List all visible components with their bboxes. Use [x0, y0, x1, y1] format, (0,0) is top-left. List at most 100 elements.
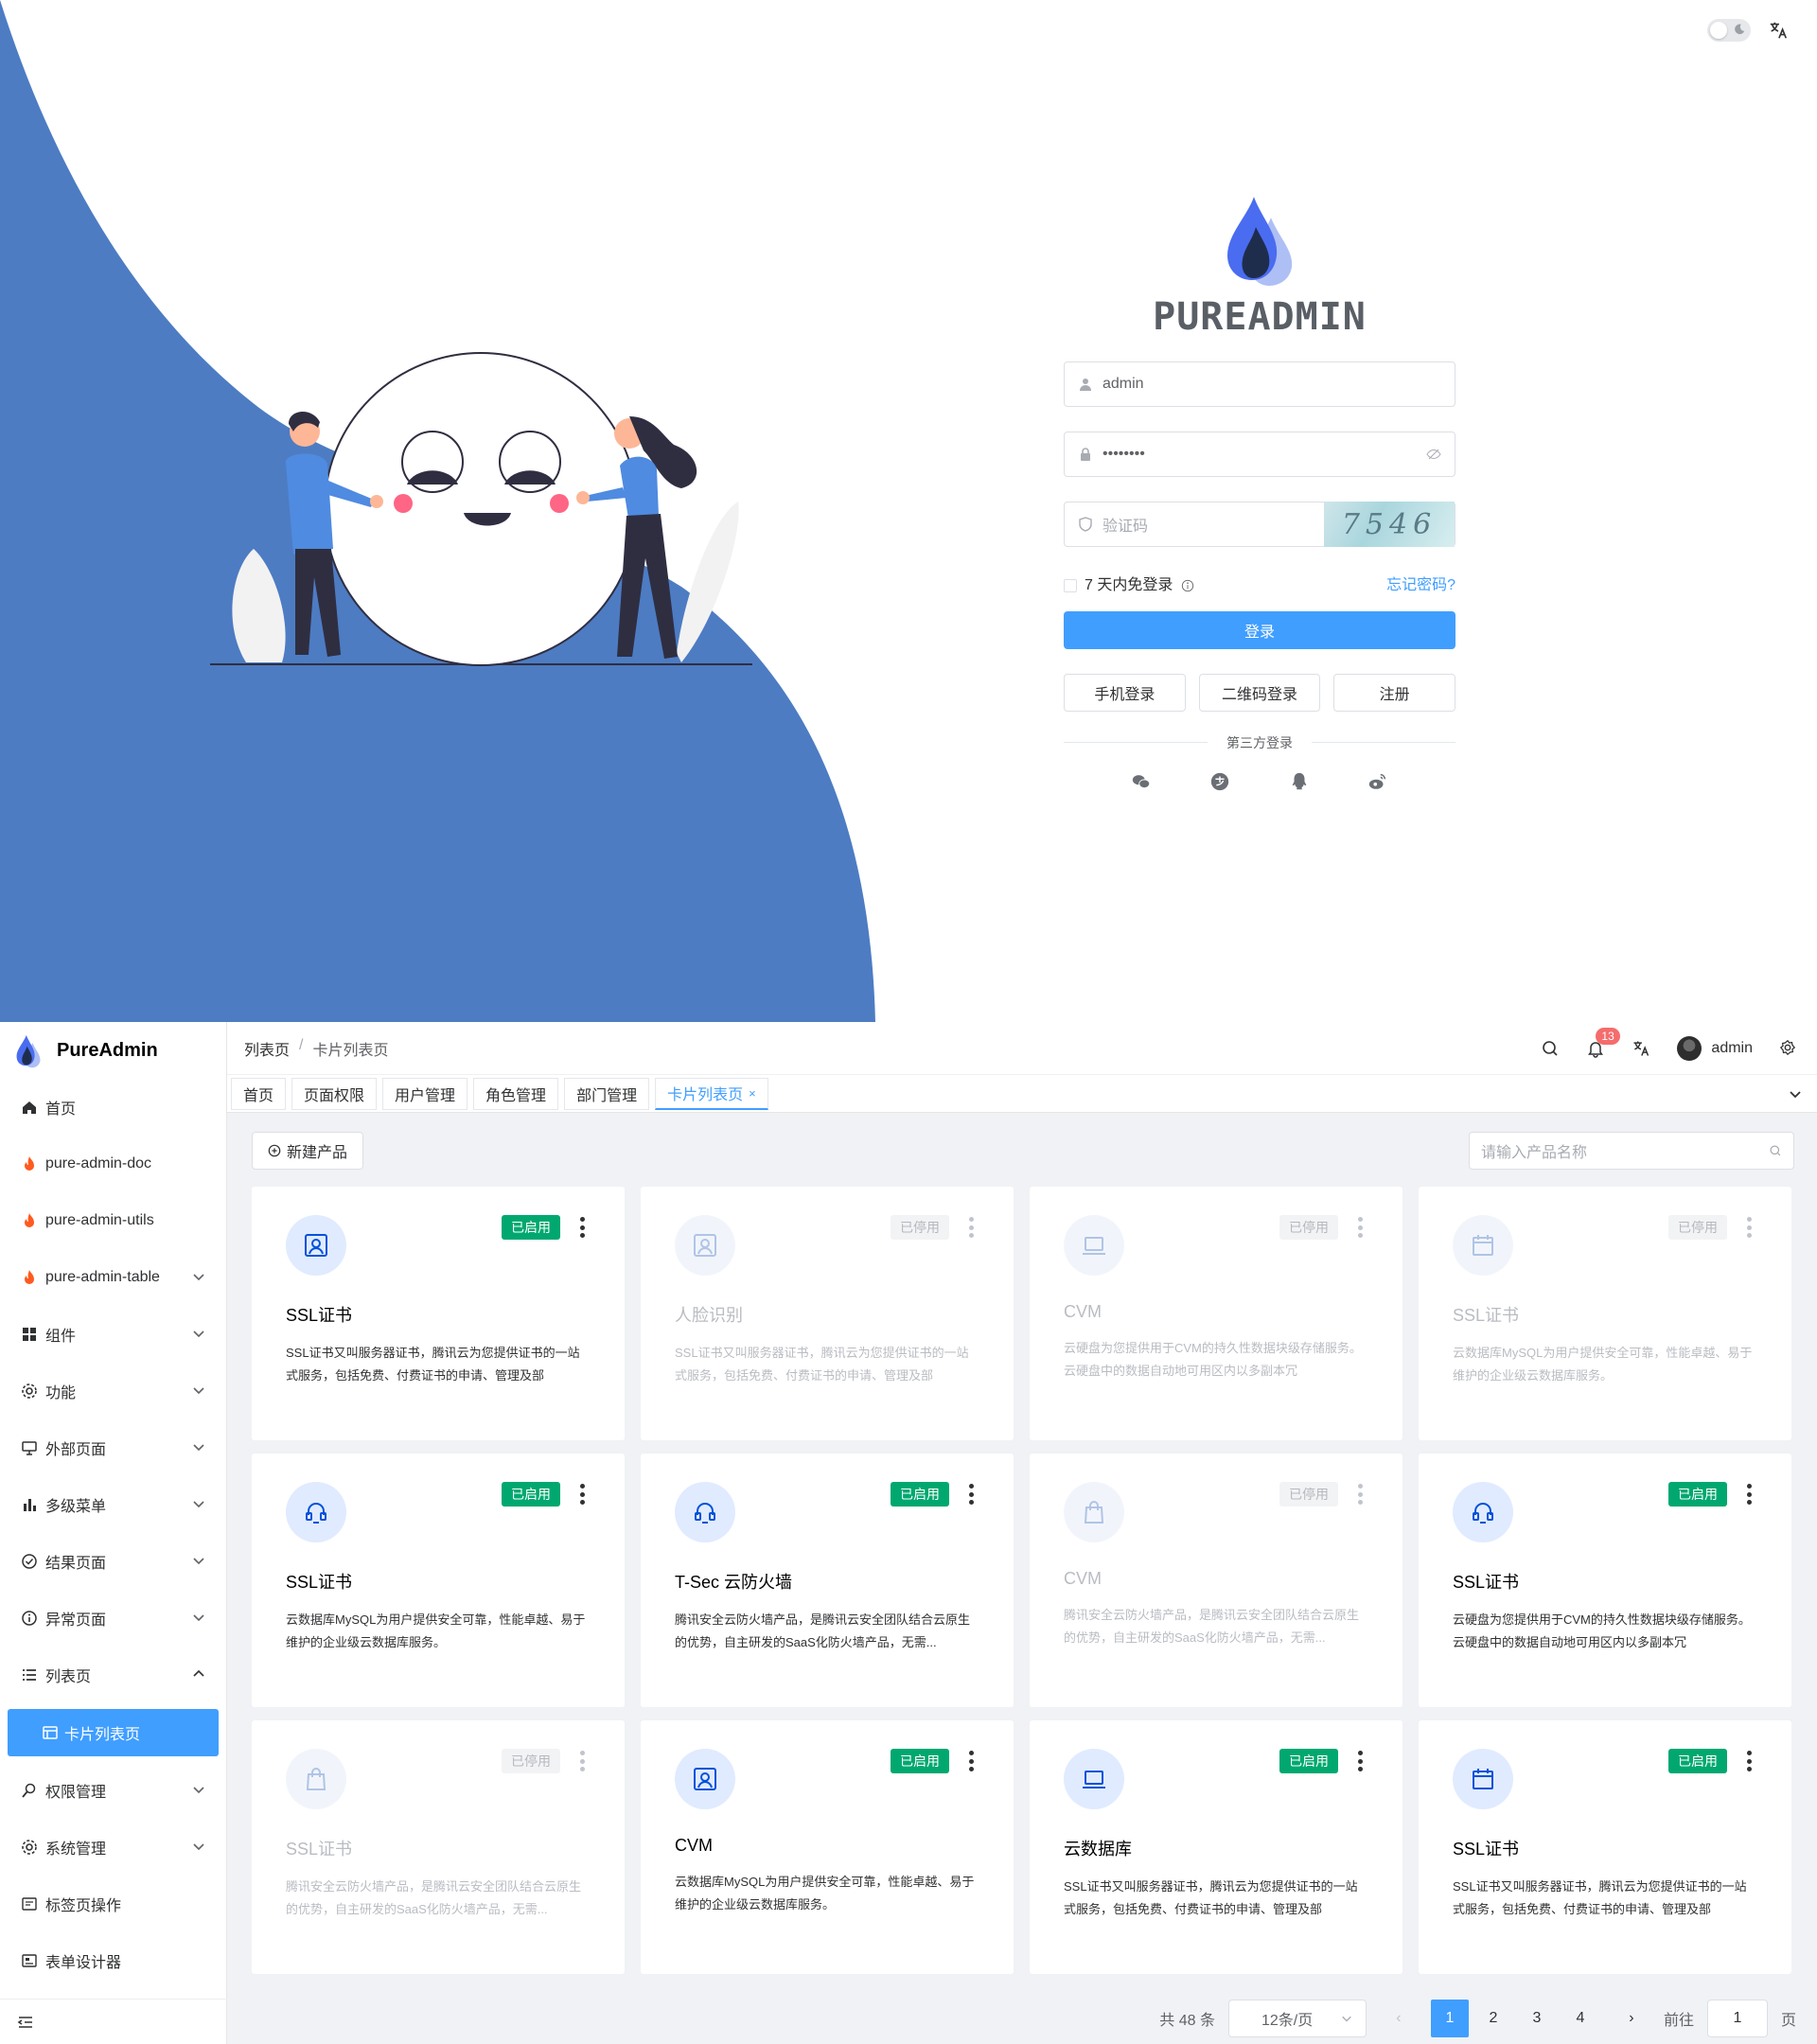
sidebar-item-menu-top-7[interactable]: 多级菜单 [0, 1476, 226, 1533]
bell-icon[interactable]: 13 [1586, 1028, 1620, 1058]
sidebar-item-card-list[interactable]: 卡片列表页 [8, 1709, 219, 1756]
alipay-icon[interactable] [1209, 771, 1230, 792]
more-vertical-icon[interactable] [579, 1217, 585, 1238]
sidebar-item-menu-bottom-3[interactable]: 表单设计器 [0, 1932, 226, 1989]
more-vertical-icon[interactable] [1357, 1217, 1363, 1238]
page-number-button[interactable]: 2 [1473, 2000, 1512, 2037]
tab-5[interactable]: 卡片列表页 × [655, 1077, 768, 1110]
page-size-select[interactable]: 12条/页 [1227, 2000, 1367, 2037]
product-card[interactable]: 已启用 SSL证书 云硬盘为您提供用于CVM的持久性数据块级存储服务。云硬盘中的… [1419, 1454, 1791, 1707]
sidebar-item-menu-top-10[interactable]: 列表页 [0, 1647, 226, 1703]
more-vertical-icon[interactable] [1357, 1484, 1363, 1505]
captcha-field[interactable]: 验证码 7546 [1064, 502, 1455, 547]
sidebar-item-menu-top-6[interactable]: 外部页面 [0, 1419, 226, 1476]
username-value: admin [1103, 376, 1144, 392]
tab-0[interactable]: 首页 [231, 1077, 287, 1110]
more-vertical-icon[interactable] [1746, 1217, 1752, 1238]
dark-mode-toggle[interactable] [1707, 19, 1751, 42]
product-card[interactable]: 已停用 CVM 云硬盘为您提供用于CVM的持久性数据块级存储服务。云硬盘中的数据… [1030, 1187, 1402, 1440]
sidebar-item-menu-bottom-0[interactable]: 权限管理 [0, 1762, 226, 1819]
product-card[interactable]: 已启用 SSL证书 SSL证书又叫服务器证书，腾讯云为您提供证书的一站式服务，包… [252, 1187, 625, 1440]
product-search-input[interactable]: 请输入产品名称 [1469, 1132, 1794, 1170]
username-field[interactable]: admin [1064, 361, 1455, 407]
next-page-button[interactable]: › [1612, 2000, 1650, 2037]
prev-page-button[interactable]: ‹ [1379, 2000, 1418, 2037]
sidebar-item-label: 标签页操作 [45, 1898, 122, 1914]
goto-label: 前往 [1663, 2013, 1694, 2029]
qq-icon[interactable] [1289, 771, 1310, 792]
weibo-icon[interactable] [1367, 771, 1388, 792]
captcha-image[interactable]: 7546 [1324, 502, 1455, 547]
password-field[interactable]: •••••••• [1064, 432, 1455, 477]
status-badge: 已停用 [891, 1215, 949, 1240]
gear-icon[interactable] [1779, 1039, 1798, 1058]
page-number-button[interactable]: 3 [1517, 2000, 1556, 2037]
sidebar-item-menu-bottom-1[interactable]: 系统管理 [0, 1819, 226, 1876]
eye-hidden-icon[interactable] [1426, 447, 1441, 462]
new-product-button[interactable]: 新建产品 [252, 1132, 364, 1170]
breadcrumb-current: 卡片列表页 [312, 1042, 389, 1059]
checkbox-box[interactable] [1064, 578, 1077, 592]
product-card[interactable]: 已启用 CVM 云数据库MySQL为用户提供安全可靠，性能卓越、易于维护的企业级… [641, 1720, 1014, 1974]
more-vertical-icon[interactable] [1746, 1751, 1752, 1771]
sidebar-item-pure-admin-utils[interactable]: pure-admin-utils [0, 1192, 226, 1249]
sidebar-item-menu-top-8[interactable]: 结果页面 [0, 1533, 226, 1590]
card-title: 人脸识别 [675, 1306, 743, 1325]
product-card[interactable]: 已启用 T-Sec 云防火墙 腾讯安全云防火墙产品，是腾讯云安全团队结合云原生的… [641, 1454, 1014, 1707]
tab-1[interactable]: 页面权限 [291, 1077, 378, 1110]
sidebar-logo[interactable]: PureAdmin [0, 1022, 226, 1079]
user-menu[interactable]: admin [1677, 1036, 1753, 1061]
wechat-icon[interactable] [1131, 771, 1152, 792]
more-vertical-icon[interactable] [968, 1217, 974, 1238]
sidebar-item-menu-top-4[interactable]: 组件 [0, 1306, 226, 1363]
product-card[interactable]: 已停用 SSL证书 腾讯安全云防火墙产品，是腾讯云安全团队结合云原生的优势，自主… [252, 1720, 625, 1974]
breadcrumb-item[interactable]: 列表页 [244, 1037, 290, 1060]
qrcode-login-button[interactable]: 二维码登录 [1198, 674, 1321, 712]
sidebar-item-label: 功能 [45, 1385, 77, 1401]
close-icon[interactable]: × [749, 1086, 756, 1101]
product-card[interactable]: 已停用 人脸识别 SSL证书又叫服务器证书，腾讯云为您提供证书的一站式服务，包括… [641, 1187, 1014, 1440]
card-title: CVM [1064, 1569, 1102, 1588]
sidebar-collapse-button[interactable] [0, 1999, 227, 2044]
status-badge: 已停用 [1279, 1482, 1338, 1507]
product-card[interactable]: 已停用 SSL证书 云数据库MySQL为用户提供安全可靠，性能卓越、易于维护的企… [1419, 1187, 1791, 1440]
remember-checkbox[interactable]: 7 天内免登录 [1064, 572, 1194, 594]
more-vertical-icon[interactable] [968, 1484, 974, 1505]
tab-list: 首页 页面权限 用户管理 角色管理 部门管理 卡片列表页 × [231, 1077, 768, 1110]
login-form: PUREADMIN admin •••••••• 验证码 7546 7 天内免登… [1064, 189, 1456, 792]
calendar-icon [1453, 1749, 1513, 1809]
alt-login-row: 手机登录 二维码登录 注册 [1064, 674, 1456, 712]
more-vertical-icon[interactable] [579, 1751, 585, 1771]
tab-label: 角色管理 [485, 1087, 547, 1104]
tab-2[interactable]: 用户管理 [382, 1077, 468, 1110]
more-vertical-icon[interactable] [1357, 1751, 1363, 1771]
product-card[interactable]: 已启用 云数据库 SSL证书又叫服务器证书，腾讯云为您提供证书的一站式服务，包括… [1030, 1720, 1402, 1974]
sidebar-item-menu-top-9[interactable]: 异常页面 [0, 1590, 226, 1647]
register-button[interactable]: 注册 [1333, 674, 1456, 712]
sidebar-item-pure-admin-doc[interactable]: pure-admin-doc [0, 1136, 226, 1192]
page-number-button[interactable]: 1 [1430, 2000, 1469, 2037]
sidebar-item-pure-admin-table[interactable]: pure-admin-table [0, 1249, 226, 1306]
translate-icon[interactable] [1632, 1039, 1650, 1058]
search-icon[interactable] [1541, 1039, 1560, 1058]
goto-page-input[interactable]: 1 [1706, 2000, 1768, 2037]
login-button[interactable]: 登录 [1064, 611, 1455, 649]
tab-4[interactable]: 部门管理 [564, 1077, 650, 1110]
product-card[interactable]: 已停用 CVM 腾讯安全云防火墙产品，是腾讯云安全团队结合云原生的优势，自主研发… [1030, 1454, 1402, 1707]
product-card[interactable]: 已启用 SSL证书 云数据库MySQL为用户提供安全可靠，性能卓越、易于维护的企… [252, 1454, 625, 1707]
phone-login-button[interactable]: 手机登录 [1064, 674, 1186, 712]
forgot-password-link[interactable]: 忘记密码? [1386, 572, 1455, 594]
sidebar-item-menu-top-0[interactable]: 首页 [0, 1079, 226, 1136]
more-vertical-icon[interactable] [1746, 1484, 1752, 1505]
translate-icon[interactable] [1768, 20, 1789, 41]
more-vertical-icon[interactable] [968, 1751, 974, 1771]
header-tools: 13 admin [1541, 1022, 1798, 1075]
product-card[interactable]: 已启用 SSL证书 SSL证书又叫服务器证书，腾讯云为您提供证书的一站式服务，包… [1419, 1720, 1791, 1974]
tab-3[interactable]: 角色管理 [473, 1077, 559, 1110]
sidebar-item-menu-top-5[interactable]: 功能 [0, 1363, 226, 1419]
sidebar-item-menu-bottom-2[interactable]: 标签页操作 [0, 1876, 226, 1932]
chevron-down-icon[interactable] [1789, 1087, 1802, 1101]
page-number-button[interactable]: 4 [1561, 2000, 1599, 2037]
more-vertical-icon[interactable] [579, 1484, 585, 1505]
card-title: SSL证书 [1453, 1306, 1520, 1325]
